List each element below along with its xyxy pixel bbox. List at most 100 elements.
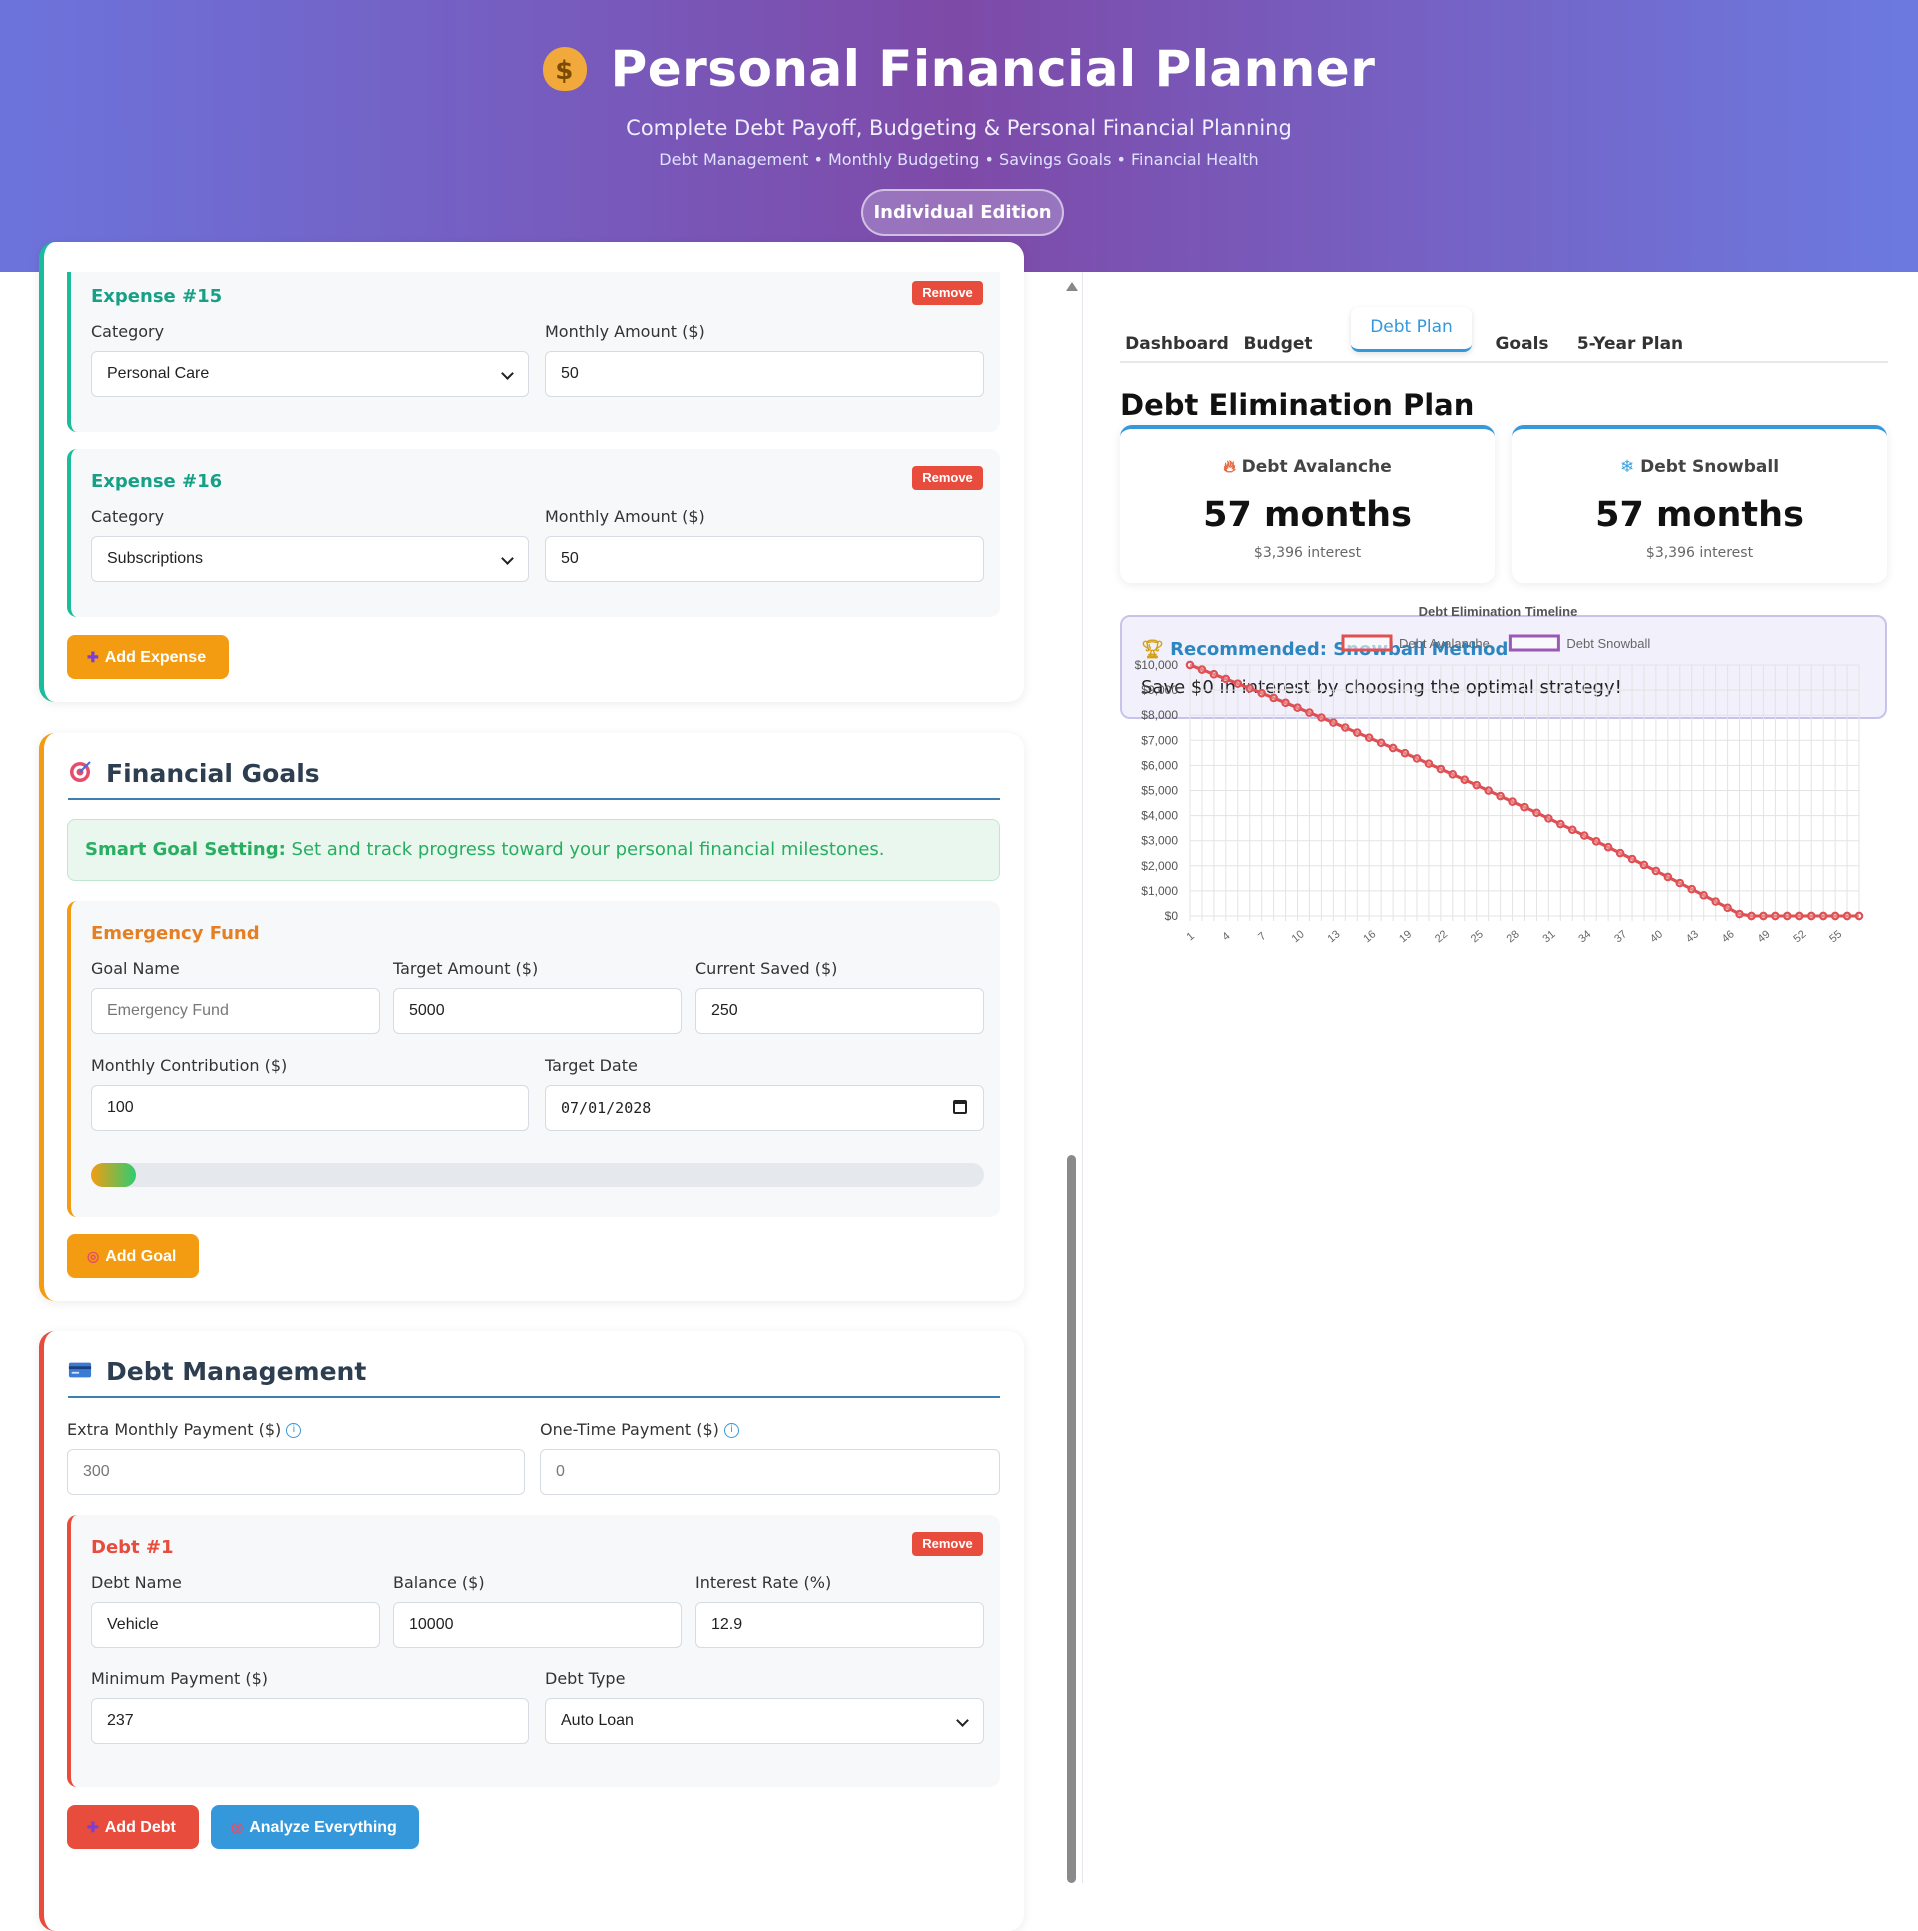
balance-input[interactable]: 10000 [393, 1602, 682, 1648]
target-icon: ◎ [87, 1248, 100, 1264]
debt-title: Debt #1 [91, 1537, 174, 1558]
analyze-everything-button[interactable]: ◎ Analyze Everything [211, 1805, 419, 1849]
data-point [1221, 674, 1231, 684]
plus-icon: ✚ [87, 1819, 99, 1835]
interest-rate-input[interactable]: 12.9 [695, 1602, 984, 1648]
x-tick-label: 34 [1576, 928, 1593, 945]
current-saved-input[interactable]: 250 [695, 988, 984, 1034]
interest-rate-label: Interest Rate (%) [695, 1573, 832, 1592]
y-tick-label: $10,000 [1135, 658, 1179, 672]
x-tick-label: 22 [1433, 928, 1450, 945]
category-select[interactable]: Subscriptions [91, 536, 529, 582]
y-tick-label: $7,000 [1141, 733, 1178, 747]
remove-debt-button[interactable]: Remove [912, 1532, 983, 1556]
min-payment-input[interactable]: 237 [91, 1698, 529, 1744]
current-saved-label: Current Saved ($) [695, 959, 838, 978]
debt-name-input[interactable]: Vehicle [91, 1602, 380, 1648]
category-select[interactable]: Personal Care [91, 351, 529, 397]
x-tick-label: 37 [1612, 928, 1629, 945]
data-point [1400, 749, 1410, 758]
amount-input[interactable]: 50 [545, 536, 984, 582]
info-icon[interactable]: i [286, 1423, 302, 1438]
extra-payment-input[interactable]: 300 [67, 1449, 525, 1495]
amount-input[interactable]: 50 [545, 351, 984, 397]
y-axis-ticks: $10,000 $9,000 $8,000 $7,000 $6,000 $5,000 $4,… [1135, 658, 1179, 923]
data-point [1639, 860, 1649, 870]
data-point [1568, 825, 1577, 835]
x-tick-label: 31 [1540, 928, 1557, 945]
x-tick-label: 52 [1791, 928, 1808, 945]
y-tick-label: $4,000 [1141, 809, 1178, 823]
debt-timeline-chart: Debt Elimination Timeline Debt Avalanche… [1135, 604, 1864, 945]
data-point [1484, 786, 1493, 795]
data-point [1317, 713, 1326, 722]
target-date-value: 07/01/2028 [561, 1099, 652, 1117]
min-payment-label: Minimum Payment ($) [91, 1669, 269, 1688]
y-tick-label: $5,000 [1141, 784, 1178, 798]
money-bag-icon: $ [542, 46, 587, 91]
data-point [1687, 884, 1696, 894]
contribution-input[interactable]: 100 [91, 1085, 529, 1131]
section-divider [68, 798, 1000, 800]
debt-type-select[interactable]: Auto Loan [545, 1698, 984, 1744]
onetime-payment-label-text: One-Time Payment ($) [540, 1420, 719, 1439]
balance-label: Balance ($) [393, 1573, 485, 1592]
target-date-input[interactable]: 07/01/2028 [545, 1085, 984, 1131]
add-debt-button[interactable]: ✚ Add Debt [67, 1805, 199, 1849]
legend-label: Debt Snowball [1566, 636, 1650, 651]
data-point [1329, 718, 1338, 727]
x-tick-label: 28 [1505, 928, 1522, 945]
y-tick-label: $6,000 [1141, 758, 1178, 772]
x-axis-ticks: 1 4 7 10 13 16 19 22 25 28 31 34 37 40 43 46 49 52 55 [1184, 928, 1844, 945]
goals-section-title: Financial Goals [68, 759, 320, 788]
x-tick-label: 49 [1756, 928, 1773, 945]
add-expense-button[interactable]: ✚ Add Expense [67, 635, 229, 679]
target-icon: ◎ [231, 1819, 244, 1835]
add-goal-label: Add Goal [105, 1248, 177, 1265]
data-point [1532, 808, 1541, 817]
info-icon[interactable]: i [724, 1423, 740, 1438]
legend-swatch [1508, 634, 1560, 652]
y-tick-label: $3,000 [1141, 834, 1178, 848]
data-point [1591, 837, 1601, 846]
data-point [1675, 878, 1685, 888]
data-point [1807, 911, 1816, 921]
credit-card-icon [68, 1362, 92, 1378]
goal-title: Emergency Fund [91, 923, 260, 944]
x-tick-label: 7 [1256, 930, 1268, 943]
calendar-icon[interactable] [953, 1100, 967, 1114]
chart-title: Debt Elimination Timeline [1419, 604, 1578, 619]
data-point [1556, 819, 1565, 829]
goal-progress-fill [91, 1163, 136, 1187]
add-goal-button[interactable]: ◎ Add Goal [67, 1234, 199, 1278]
remove-expense-button[interactable]: Remove [912, 466, 983, 490]
plus-icon: ✚ [87, 649, 99, 665]
x-tick-label: 43 [1684, 928, 1701, 945]
notice-text: Set and track progress toward your perso… [291, 839, 885, 860]
expense-title: Expense #16 [91, 471, 223, 492]
data-point [1388, 743, 1398, 753]
data-point [1603, 843, 1613, 852]
remove-expense-button[interactable]: Remove [912, 281, 983, 305]
data-point [1842, 911, 1852, 921]
data-point [1269, 693, 1278, 703]
scrollbar-thumb[interactable] [1067, 1155, 1076, 1883]
x-tick-label: 46 [1720, 928, 1737, 945]
goal-name-input[interactable]: Emergency Fund [91, 988, 380, 1034]
data-point [1341, 723, 1350, 732]
data-point [1436, 764, 1446, 774]
onetime-payment-input[interactable]: 0 [540, 1449, 1000, 1495]
data-point [1197, 665, 1207, 674]
data-point [1723, 903, 1732, 912]
data-point [1663, 872, 1673, 882]
data-point [1627, 854, 1637, 864]
target-amount-input[interactable]: 5000 [393, 988, 682, 1034]
debt-name-label: Debt Name [91, 1573, 182, 1592]
scroll-up-arrow-icon[interactable] [1066, 282, 1078, 291]
x-tick-label: 25 [1469, 928, 1486, 945]
target-icon [70, 761, 91, 782]
data-point [1520, 802, 1529, 812]
expense-item: Expense #16 Remove Category Subscription… [67, 449, 1000, 617]
x-tick-label: 10 [1290, 928, 1307, 945]
add-debt-label: Add Debt [104, 1819, 176, 1836]
